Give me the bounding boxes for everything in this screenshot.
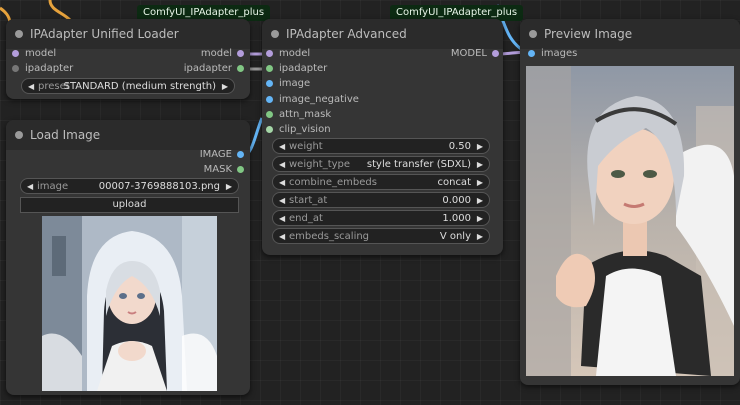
load-image-title-bar[interactable]: Load Image [6, 120, 250, 150]
ipadapter-pin-icon[interactable] [266, 65, 273, 72]
weight-widget[interactable]: ◀ weight 0.50 ▶ [272, 138, 490, 154]
arrow-right-icon[interactable]: ▶ [477, 229, 483, 245]
clip-vision-pin-icon[interactable] [266, 126, 273, 133]
collapse-dot-icon[interactable] [15, 131, 23, 139]
arrow-left-icon[interactable]: ◀ [27, 179, 33, 195]
combine-embeds-widget[interactable]: ◀ combine_embeds concat ▶ [272, 174, 490, 190]
advanced-output-model[interactable]: MODEL [451, 47, 499, 61]
loader-output-ipadapter[interactable]: ipadapter [184, 62, 244, 76]
arrow-left-icon[interactable]: ◀ [279, 211, 285, 227]
arrow-right-icon[interactable]: ▶ [477, 211, 483, 227]
preview-input-images[interactable]: images [528, 47, 577, 61]
load-image-output-mask[interactable]: MASK [204, 163, 244, 177]
collapse-dot-icon[interactable] [271, 30, 279, 38]
preview-image-node[interactable]: Preview Image images [520, 19, 740, 385]
image-out-pin-icon[interactable] [237, 151, 244, 158]
collapse-dot-icon[interactable] [15, 30, 23, 38]
mask-pin-icon[interactable] [266, 111, 273, 118]
arrow-left-icon[interactable]: ◀ [279, 175, 285, 191]
loader-input-ipadapter[interactable]: ipadapter [12, 62, 73, 76]
ipadapter-out-pin-icon[interactable] [237, 65, 244, 72]
advanced-input-model[interactable]: model [266, 47, 310, 61]
preview-title: Preview Image [544, 27, 633, 41]
arrow-right-icon[interactable]: ▶ [226, 179, 232, 195]
arrow-left-icon[interactable]: ◀ [279, 157, 285, 173]
loaded-image-thumbnail [42, 216, 217, 391]
collapse-dot-icon[interactable] [529, 30, 537, 38]
advanced-input-clip-vision[interactable]: clip_vision [266, 123, 331, 137]
advanced-input-attn-mask[interactable]: attn_mask [266, 108, 331, 122]
loader-input-model[interactable]: model [12, 47, 56, 61]
preview-title-bar[interactable]: Preview Image [520, 19, 740, 49]
advanced-input-image-negative[interactable]: image_negative [266, 93, 359, 107]
preview-output-image [526, 66, 734, 376]
mask-out-pin-icon[interactable] [237, 166, 244, 173]
embeds-scaling-widget[interactable]: ◀ embeds_scaling V only ▶ [272, 228, 490, 244]
model-out-pin-icon[interactable] [492, 50, 499, 57]
image-pin-icon[interactable] [266, 80, 273, 87]
image-negative-pin-icon[interactable] [266, 96, 273, 103]
arrow-left-icon[interactable]: ◀ [279, 139, 285, 155]
arrow-left-icon[interactable]: ◀ [279, 193, 285, 209]
ipadapter-unified-loader-node[interactable]: IPAdapter Unified Loader model ipadapter… [6, 19, 250, 99]
arrow-left-icon[interactable]: ◀ [28, 79, 34, 95]
load-image-title: Load Image [30, 128, 101, 142]
arrow-left-icon[interactable]: ◀ [279, 229, 285, 245]
load-image-node[interactable]: Load Image IMAGE MASK ◀ image 00007-3769… [6, 120, 250, 395]
advanced-title-bar[interactable]: IPAdapter Advanced [262, 19, 503, 49]
arrow-right-icon[interactable]: ▶ [222, 79, 228, 95]
wire-orange-top [48, 0, 72, 22]
images-pin-icon[interactable] [528, 50, 535, 57]
arrow-right-icon[interactable]: ▶ [477, 157, 483, 173]
upload-button[interactable]: upload [20, 197, 239, 213]
ipadapter-advanced-node[interactable]: IPAdapter Advanced model ipadapter image… [262, 19, 503, 255]
arrow-right-icon[interactable]: ▶ [477, 139, 483, 155]
model-out-pin-icon[interactable] [237, 50, 244, 57]
advanced-input-ipadapter[interactable]: ipadapter [266, 62, 327, 76]
loader-output-model[interactable]: model [201, 47, 244, 61]
advanced-title: IPAdapter Advanced [286, 27, 407, 41]
model-pin-icon[interactable] [266, 50, 273, 57]
end-at-widget[interactable]: ◀ end_at 1.000 ▶ [272, 210, 490, 226]
arrow-right-icon[interactable]: ▶ [477, 175, 483, 191]
start-at-widget[interactable]: ◀ start_at 0.000 ▶ [272, 192, 490, 208]
weight-type-widget[interactable]: ◀ weight_type style transfer (SDXL) ▶ [272, 156, 490, 172]
image-file-combo[interactable]: ◀ image 00007-3769888103.png ▶ [20, 178, 239, 194]
arrow-right-icon[interactable]: ▶ [477, 193, 483, 209]
loader-title-bar[interactable]: IPAdapter Unified Loader [6, 19, 250, 49]
model-pin-icon[interactable] [12, 50, 19, 57]
advanced-input-image[interactable]: image [266, 77, 310, 91]
preset-combo[interactable]: ◀ preset STANDARD (medium strength) ▶ [21, 78, 235, 94]
load-image-output-image[interactable]: IMAGE [200, 148, 244, 162]
loader-title: IPAdapter Unified Loader [30, 27, 179, 41]
ipadapter-pin-icon[interactable] [12, 65, 19, 72]
